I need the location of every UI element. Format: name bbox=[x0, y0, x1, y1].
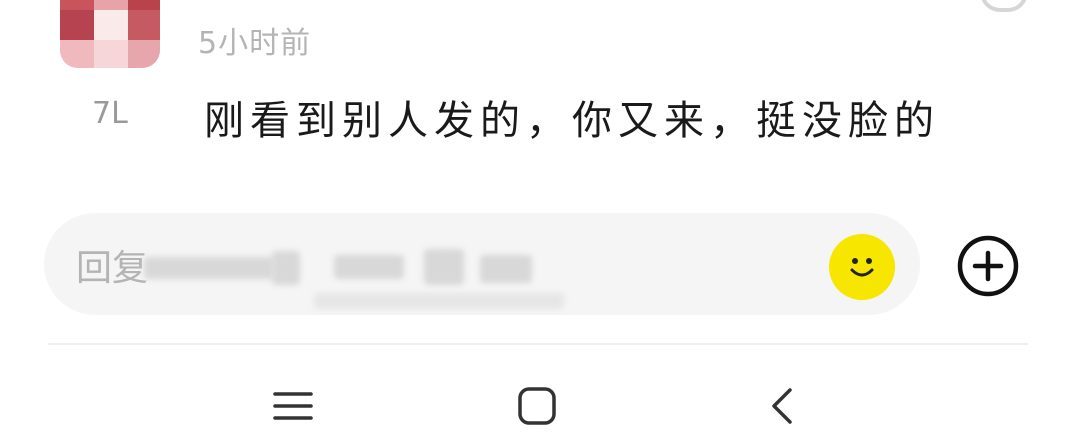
avatar-pixel bbox=[94, 0, 128, 10]
add-attachment-button[interactable] bbox=[956, 234, 1020, 298]
blurred-text bbox=[424, 249, 464, 285]
comment-screen: 5小时前 7L 刚看到别人发的，你又来，挺没脸的 回复 bbox=[0, 0, 1080, 444]
back-chevron-icon bbox=[772, 388, 792, 424]
divider bbox=[48, 343, 1028, 345]
menu-lines-icon bbox=[273, 392, 313, 420]
avatar-pixel bbox=[128, 10, 160, 40]
avatar-pixel bbox=[128, 0, 160, 10]
avatar-pixel bbox=[94, 40, 128, 68]
blurred-text bbox=[480, 255, 532, 283]
blurred-text bbox=[144, 257, 274, 279]
nav-back-button[interactable] bbox=[758, 382, 806, 430]
blurred-text bbox=[334, 255, 404, 279]
home-square-icon bbox=[518, 387, 556, 425]
avatar-pixel bbox=[128, 40, 160, 68]
avatar[interactable] bbox=[60, 0, 160, 68]
blurred-text bbox=[314, 293, 564, 309]
emoji-button[interactable] bbox=[829, 234, 895, 300]
avatar-pixel bbox=[94, 10, 128, 40]
comment-text: 刚看到别人发的，你又来，挺没脸的 bbox=[204, 98, 940, 144]
reply-placeholder: 回复 bbox=[76, 248, 149, 289]
reply-input[interactable]: 回复 bbox=[44, 213, 920, 315]
nav-recents-button[interactable] bbox=[269, 382, 317, 430]
like-heart-icon[interactable] bbox=[980, 0, 1028, 12]
comment-timestamp: 5小时前 bbox=[198, 26, 312, 61]
nav-home-button[interactable] bbox=[513, 382, 561, 430]
avatar-pixel bbox=[60, 10, 94, 40]
smiley-face-icon bbox=[850, 258, 874, 277]
plus-circle-icon bbox=[957, 235, 1019, 297]
blurred-text bbox=[272, 251, 300, 285]
floor-label: 7L bbox=[92, 96, 128, 131]
avatar-pixel bbox=[60, 0, 94, 10]
avatar-pixel bbox=[60, 40, 94, 68]
